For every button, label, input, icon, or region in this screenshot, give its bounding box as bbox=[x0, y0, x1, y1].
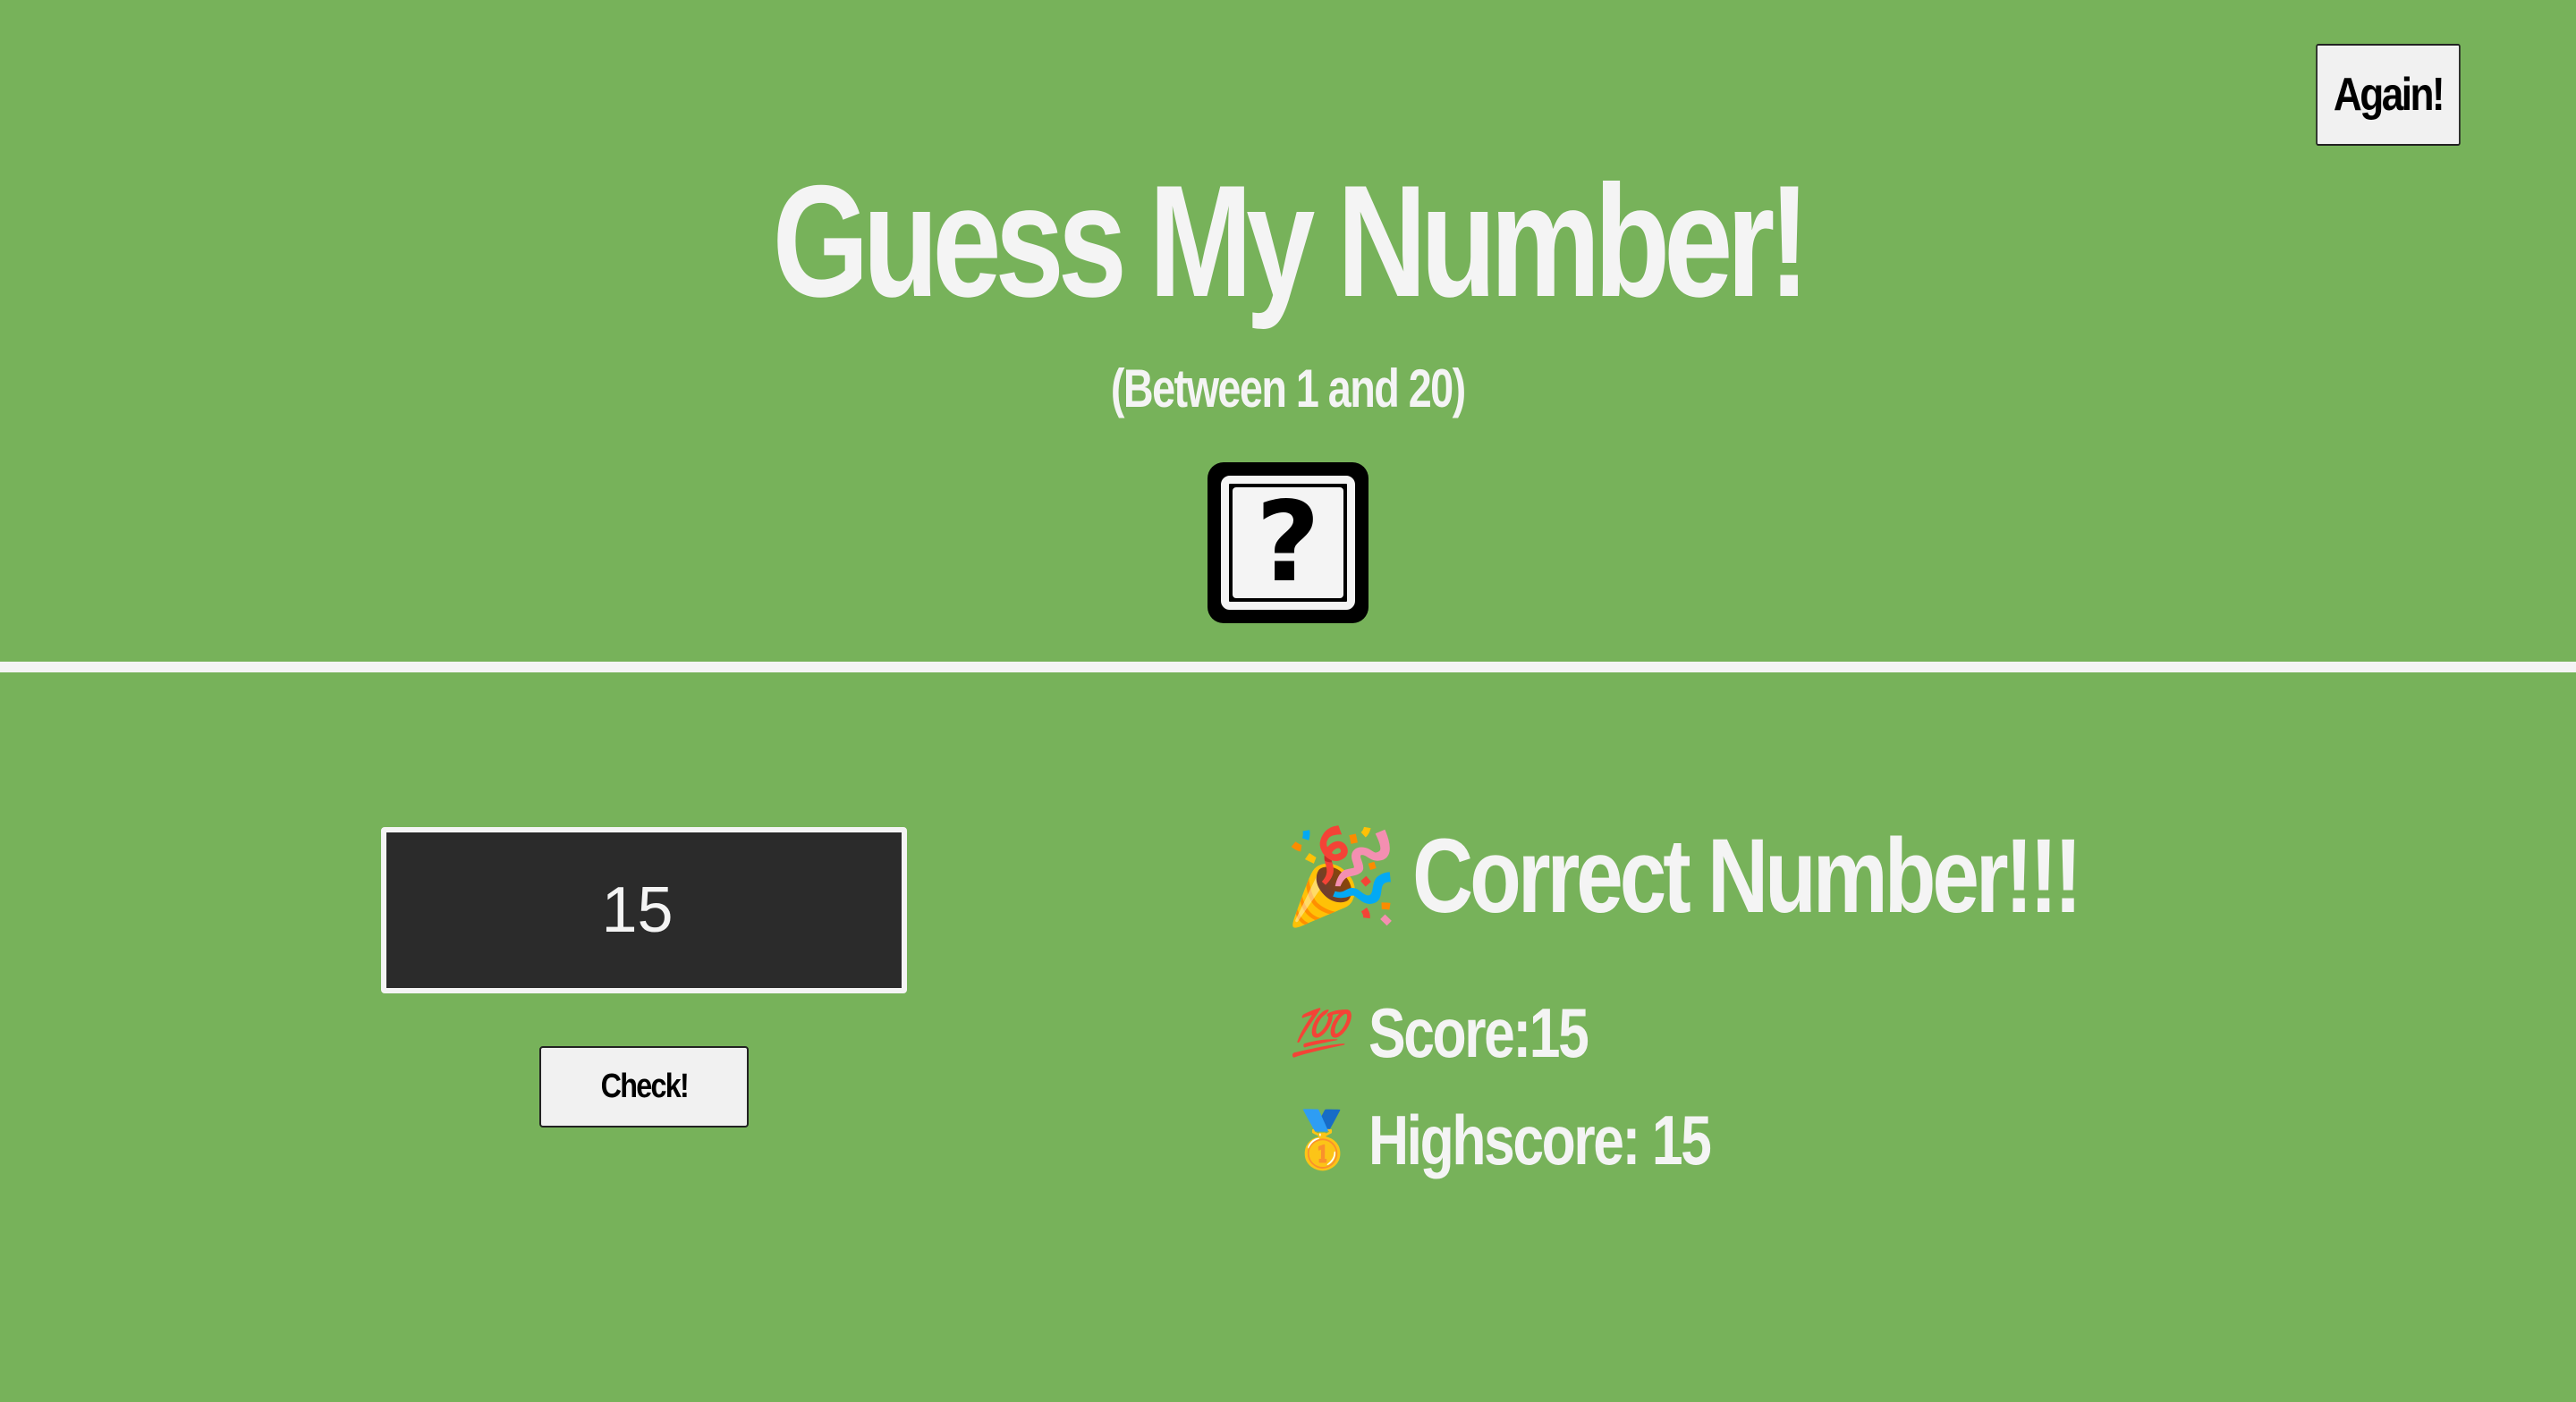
score-text: Score:15 bbox=[1368, 992, 1589, 1072]
page-title-text: Guess My Number! bbox=[772, 152, 1810, 330]
guess-input[interactable] bbox=[381, 827, 907, 993]
question-mark-icon: ? bbox=[1233, 487, 1343, 598]
result-message: 🎉 Correct Number!!! bbox=[1284, 809, 2245, 943]
range-subtitle-text: (Between 1 and 20) bbox=[1111, 359, 1466, 418]
check-button-label: Check! bbox=[600, 1068, 689, 1105]
gold-medal-icon: 🥇 bbox=[1288, 1107, 1358, 1172]
party-popper-icon: 🎉 bbox=[1284, 821, 1400, 931]
highscore-label: 🥇 Highscore: 15 bbox=[1288, 1095, 1795, 1185]
section-divider bbox=[0, 662, 2576, 672]
result-message-text: Correct Number!!! bbox=[1411, 817, 2082, 935]
range-subtitle: (Between 1 and 20) bbox=[0, 358, 2576, 420]
page-title: Guess My Number! bbox=[0, 152, 2576, 331]
score-label: 💯 Score:15 bbox=[1288, 988, 1642, 1077]
secret-number-box: ? bbox=[1208, 462, 1368, 623]
check-button[interactable]: Check! bbox=[539, 1046, 749, 1128]
highscore-text: Highscore: 15 bbox=[1368, 1100, 1712, 1179]
hundred-points-icon: 💯 bbox=[1291, 1006, 1348, 1059]
again-button[interactable]: Again! bbox=[2316, 44, 2461, 146]
secret-number-frame: ? bbox=[1221, 476, 1355, 610]
